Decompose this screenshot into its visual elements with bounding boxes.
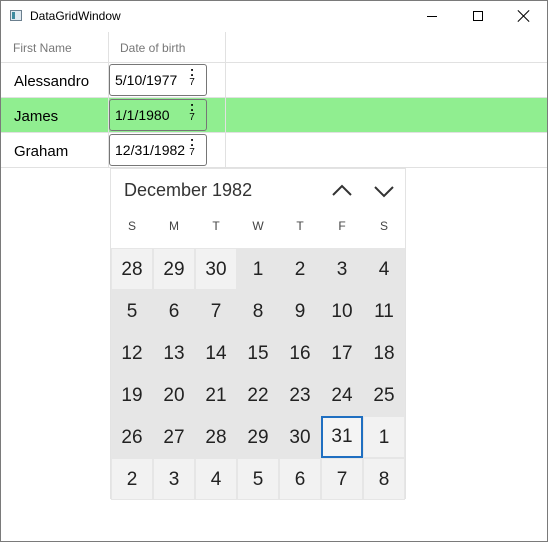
first-name-cell[interactable]: James — [1, 98, 109, 133]
date-of-birth-cell[interactable]: 1/1/1980 ⁚ 7 — [109, 98, 226, 133]
minimize-button[interactable] — [409, 1, 455, 31]
table-row-selected[interactable]: James 1/1/1980 ⁚ 7 — [1, 98, 547, 133]
calendar-day[interactable]: 25 — [363, 374, 405, 416]
calendar-day[interactable]: 6 — [153, 290, 195, 332]
calendar-day[interactable]: 8 — [363, 458, 405, 500]
calendar-icon-number: 7 — [189, 112, 195, 123]
calendar-day[interactable]: 29 — [153, 248, 195, 290]
date-of-birth-cell[interactable]: 12/31/1982 ⁚ 7 — [109, 133, 226, 168]
close-icon — [518, 10, 530, 22]
calendar-day[interactable]: 12 — [111, 332, 153, 374]
first-name-text: James — [14, 108, 59, 125]
calendar-day[interactable]: 11 — [363, 290, 405, 332]
date-picker[interactable]: 5/10/1977 ⁚ 7 — [109, 64, 207, 96]
calendar-icon[interactable]: ⁚ 7 — [187, 104, 197, 123]
main-window: DataGridWindow First Name Date of birth … — [0, 0, 548, 542]
calendar-icon[interactable]: ⁚ 7 — [187, 139, 197, 158]
calendar-icon[interactable]: ⁚ 7 — [187, 69, 197, 88]
calendar-day[interactable]: 21 — [195, 374, 237, 416]
calendar-day[interactable]: 17 — [321, 332, 363, 374]
calendar-day[interactable]: 7 — [321, 458, 363, 500]
first-name-cell[interactable]: Graham — [1, 133, 109, 168]
calendar-day[interactable]: 5 — [237, 458, 279, 500]
calendar-day[interactable]: 30 — [279, 416, 321, 458]
calendar-popup: December 1982 SMTWTFS 28 29 30 1 2 3 4 5 6 7 8 9 10 1… — [110, 168, 407, 500]
weekday-label: T — [212, 219, 220, 233]
table-row[interactable]: Alessandro 5/10/1977 ⁚ 7 — [1, 63, 547, 98]
calendar-month-label[interactable]: December 1982 — [124, 180, 252, 201]
date-picker-text[interactable]: 1/1/1980 — [115, 107, 170, 123]
chevron-up-icon — [332, 184, 352, 196]
calendar-day[interactable]: 26 — [111, 416, 153, 458]
weekday-header-row: SMTWTFS — [111, 219, 407, 241]
calendar-day[interactable]: 3 — [321, 248, 363, 290]
grid-header-row: First Name Date of birth — [1, 32, 547, 63]
calendar-day[interactable]: 4 — [363, 248, 405, 290]
calendar-day[interactable]: 22 — [237, 374, 279, 416]
calendar-day[interactable]: 9 — [279, 290, 321, 332]
date-picker-text[interactable]: 5/10/1977 — [115, 72, 177, 88]
previous-month-button[interactable] — [330, 179, 354, 203]
calendar-day[interactable]: 27 — [153, 416, 195, 458]
table-row[interactable]: Graham 12/31/1982 ⁚ 7 — [1, 133, 547, 168]
app-window-icon — [10, 10, 22, 21]
calendar-day-selected[interactable]: 31 — [321, 416, 363, 458]
weekday-label: S — [379, 219, 388, 233]
date-picker[interactable]: 12/31/1982 ⁚ 7 — [109, 134, 207, 166]
calendar-day[interactable]: 1 — [237, 248, 279, 290]
calendar-day[interactable]: 8 — [237, 290, 279, 332]
weekday-label: M — [169, 219, 179, 233]
calendar-day[interactable]: 28 — [111, 248, 153, 290]
calendar-day[interactable]: 15 — [237, 332, 279, 374]
data-grid: First Name Date of birth Alessandro 5/10… — [1, 32, 547, 169]
calendar-day[interactable]: 6 — [279, 458, 321, 500]
calendar-day[interactable]: 4 — [195, 458, 237, 500]
first-name-cell[interactable]: Alessandro — [1, 63, 109, 98]
calendar-day[interactable]: 2 — [279, 248, 321, 290]
calendar-icon-number: 7 — [189, 147, 195, 158]
weekday-label: F — [338, 219, 346, 233]
calendar-day[interactable]: 7 — [195, 290, 237, 332]
weekday-label: S — [127, 219, 136, 233]
calendar-day[interactable]: 28 — [195, 416, 237, 458]
calendar-day[interactable]: 18 — [363, 332, 405, 374]
calendar-day[interactable]: 29 — [237, 416, 279, 458]
column-header-first-name[interactable]: First Name — [1, 32, 109, 63]
date-of-birth-cell[interactable]: 5/10/1977 ⁚ 7 — [109, 63, 226, 98]
date-picker[interactable]: 1/1/1980 ⁚ 7 — [109, 99, 207, 131]
first-name-text: Alessandro — [14, 73, 90, 90]
date-picker-text[interactable]: 12/31/1982 — [115, 142, 185, 158]
calendar-icon-number: 7 — [189, 77, 195, 88]
calendar-day[interactable]: 1 — [363, 416, 405, 458]
calendar-day[interactable]: 5 — [111, 290, 153, 332]
calendar-day[interactable]: 2 — [111, 458, 153, 500]
close-button[interactable] — [501, 1, 547, 31]
chevron-down-icon — [374, 186, 394, 198]
minimize-icon — [427, 16, 437, 17]
weekday-label: T — [296, 219, 304, 233]
column-header-date-of-birth[interactable]: Date of birth — [109, 32, 226, 63]
calendar-header: December 1982 — [111, 169, 407, 211]
calendar-day[interactable]: 16 — [279, 332, 321, 374]
title-bar[interactable]: DataGridWindow — [1, 1, 547, 32]
calendar-day[interactable]: 13 — [153, 332, 195, 374]
maximize-button[interactable] — [455, 1, 501, 31]
calendar-day-grid: 28 29 30 1 2 3 4 5 6 7 8 9 10 11 12 13 14 15 16 17 18 19 20 21 2… — [111, 248, 407, 500]
maximize-icon — [473, 11, 483, 21]
calendar-day[interactable]: 30 — [195, 248, 237, 290]
first-name-text: Graham — [14, 143, 69, 160]
calendar-day[interactable]: 23 — [279, 374, 321, 416]
calendar-day[interactable]: 20 — [153, 374, 195, 416]
calendar-day[interactable]: 19 — [111, 374, 153, 416]
next-month-button[interactable] — [372, 179, 396, 203]
weekday-label: W — [252, 219, 264, 233]
window-title: DataGridWindow — [30, 9, 121, 23]
calendar-day[interactable]: 24 — [321, 374, 363, 416]
calendar-day[interactable]: 10 — [321, 290, 363, 332]
calendar-day[interactable]: 3 — [153, 458, 195, 500]
calendar-day[interactable]: 14 — [195, 332, 237, 374]
